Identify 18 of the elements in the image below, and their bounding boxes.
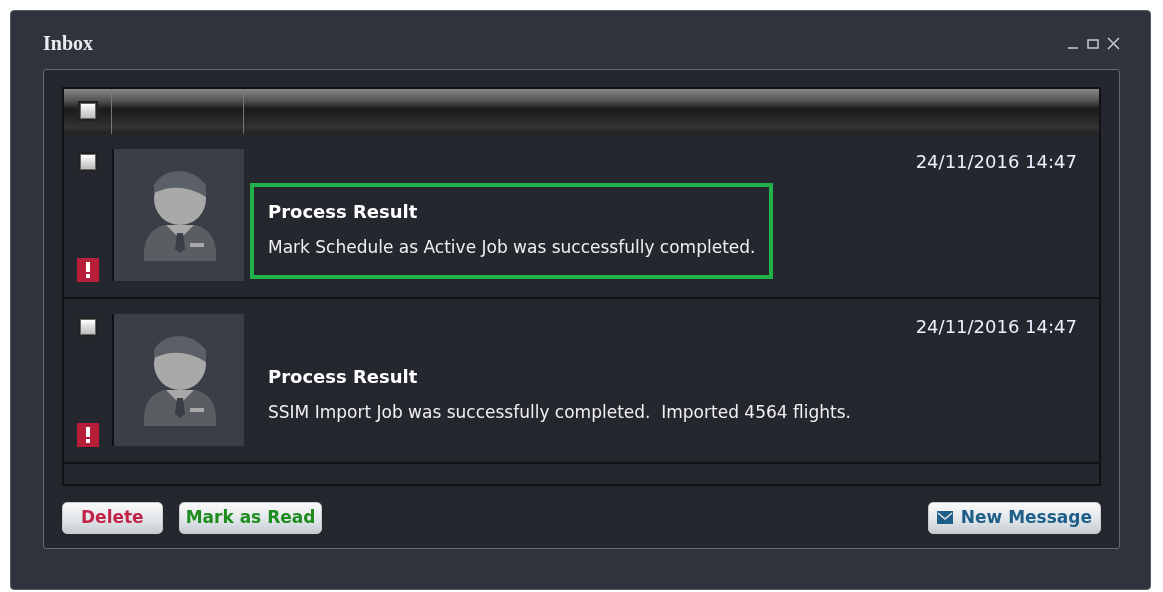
row-checkbox[interactable] — [80, 319, 96, 335]
message-text: SSIM Import Job was successfully completed. Imported 4564 flights. — [268, 401, 851, 424]
message-date: 24/11/2016 14:47 — [914, 315, 1077, 339]
new-message-button[interactable]: New Message — [927, 502, 1101, 534]
window-title: Inbox — [43, 33, 94, 53]
maximize-icon[interactable] — [1087, 37, 1099, 49]
row-checkbox[interactable] — [80, 154, 96, 170]
message-text: Mark Schedule as Active Job was successfully completed. — [268, 236, 756, 259]
avatar-icon — [112, 314, 244, 446]
close-icon[interactable] — [1107, 36, 1120, 50]
mark-read-button[interactable]: Mark as Read — [178, 502, 323, 534]
avatar-icon — [112, 149, 244, 281]
message-date: 24/11/2016 14:47 — [914, 150, 1077, 174]
envelope-icon — [936, 511, 953, 525]
delete-button[interactable]: Delete — [62, 502, 163, 534]
message-title: Process Result — [268, 365, 419, 389]
select-all-checkbox[interactable] — [79, 103, 96, 119]
message-title: Process Result — [268, 200, 419, 224]
